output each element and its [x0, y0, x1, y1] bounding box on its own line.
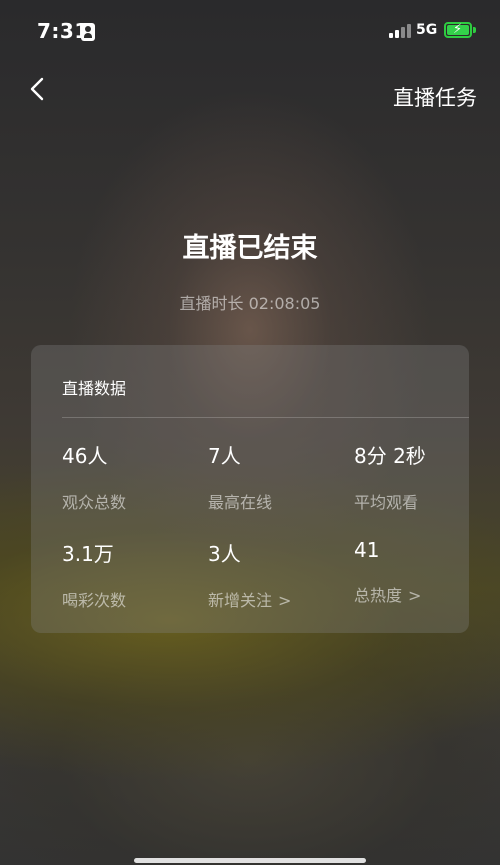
network-type: 5G	[416, 22, 438, 38]
home-indicator[interactable]	[134, 858, 366, 863]
stat-label-text: 新增关注	[208, 591, 273, 610]
chevron-right-icon: >	[408, 586, 422, 605]
stat-label-text: 总热度	[354, 586, 403, 605]
signal-icon	[389, 24, 411, 38]
chevron-right-icon: >	[278, 591, 292, 610]
bolt-icon: ⚡	[453, 22, 463, 37]
card-title: 直播数据	[62, 379, 127, 398]
live-tasks-button[interactable]: 直播任务	[393, 82, 477, 112]
stat-label: 喝彩次数	[62, 591, 127, 610]
stat-value: 3人	[208, 542, 241, 566]
stat-label: 观众总数	[62, 493, 127, 512]
stat-value: 46人	[62, 444, 108, 468]
stat-label[interactable]: 新增关注 >	[208, 587, 348, 611]
status-bar: 7:31 5G ⚡	[0, 0, 500, 64]
page-title: 直播已结束	[182, 233, 318, 264]
stat-label: 平均观看	[354, 493, 419, 512]
battery-tip	[473, 27, 476, 33]
stat-total-heat[interactable]: 41 总热度 >	[354, 538, 494, 606]
stat-label: 最高在线	[208, 493, 273, 512]
stat-value: 8分 2秒	[354, 444, 426, 468]
live-data-card: 直播数据 46人 观众总数 7人 最高在线 8分 2秒 平均观看 3.1万 喝彩…	[31, 345, 469, 633]
stat-value: 7人	[208, 444, 241, 468]
stat-label[interactable]: 总热度 >	[354, 582, 494, 606]
live-duration: 直播时长 02:08:05	[179, 294, 321, 313]
divider	[62, 417, 469, 418]
stat-avg-watch: 8分 2秒 平均观看	[354, 440, 494, 513]
stat-cheers: 3.1万 喝彩次数	[62, 538, 202, 611]
stat-new-followers[interactable]: 3人 新增关注 >	[208, 538, 348, 611]
stat-peak-online: 7人 最高在线	[208, 440, 348, 513]
stat-total-viewers: 46人 观众总数	[62, 440, 202, 513]
stat-value: 41	[354, 538, 380, 562]
back-chevron-icon[interactable]	[24, 75, 54, 105]
stat-value: 3.1万	[62, 542, 114, 566]
person-badge-icon	[81, 23, 95, 41]
